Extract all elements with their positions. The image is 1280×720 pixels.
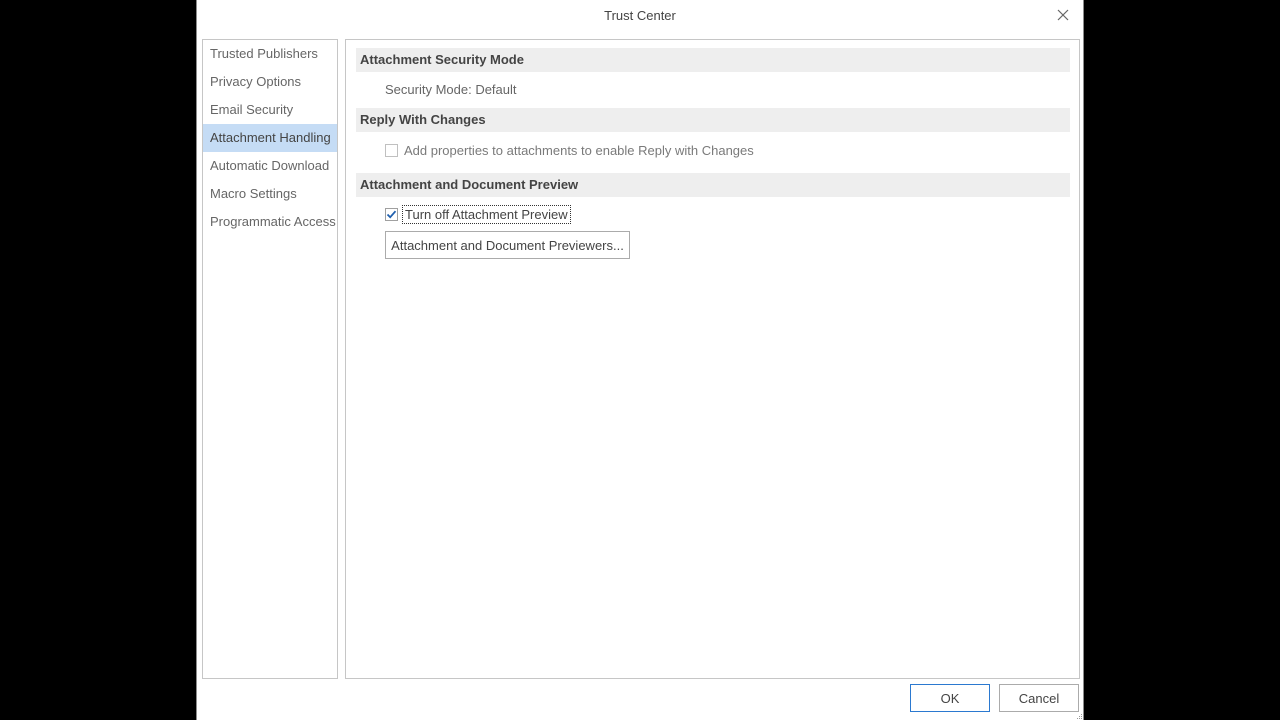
nav-item-email-security[interactable]: Email Security bbox=[203, 96, 337, 124]
trust-center-dialog: Trust Center Trusted Publishers Privacy … bbox=[196, 0, 1084, 720]
settings-panel: Attachment Security Mode Security Mode: … bbox=[345, 39, 1080, 679]
resize-grip-icon[interactable] bbox=[1075, 712, 1083, 720]
cancel-button[interactable]: Cancel bbox=[999, 684, 1079, 712]
screen: Trust Center Trusted Publishers Privacy … bbox=[0, 0, 1280, 720]
category-nav: Trusted Publishers Privacy Options Email… bbox=[202, 39, 338, 679]
turn-off-preview-checkbox[interactable] bbox=[385, 208, 398, 221]
close-button[interactable] bbox=[1051, 4, 1075, 26]
ok-button[interactable]: OK bbox=[910, 684, 990, 712]
reply-changes-option[interactable]: Add properties to attachments to enable … bbox=[385, 143, 754, 158]
turn-off-preview-label: Turn off Attachment Preview bbox=[402, 205, 571, 224]
nav-item-trusted-publishers[interactable]: Trusted Publishers bbox=[203, 40, 337, 68]
nav-item-programmatic-access[interactable]: Programmatic Access bbox=[203, 208, 337, 236]
reply-changes-checkbox[interactable] bbox=[385, 144, 398, 157]
close-icon bbox=[1057, 9, 1069, 21]
security-mode-text: Security Mode: Default bbox=[385, 82, 517, 97]
section-header-preview: Attachment and Document Preview bbox=[356, 173, 1070, 197]
previewers-button[interactable]: Attachment and Document Previewers... bbox=[385, 231, 630, 259]
reply-changes-label: Add properties to attachments to enable … bbox=[404, 143, 754, 158]
window-title: Trust Center bbox=[604, 8, 676, 23]
checkmark-icon bbox=[386, 210, 397, 219]
nav-item-attachment-handling[interactable]: Attachment Handling bbox=[203, 124, 337, 152]
title-bar: Trust Center bbox=[197, 0, 1083, 32]
section-header-reply-changes: Reply With Changes bbox=[356, 108, 1070, 132]
nav-item-privacy-options[interactable]: Privacy Options bbox=[203, 68, 337, 96]
nav-item-automatic-download[interactable]: Automatic Download bbox=[203, 152, 337, 180]
turn-off-preview-option[interactable]: Turn off Attachment Preview bbox=[385, 205, 571, 224]
nav-item-macro-settings[interactable]: Macro Settings bbox=[203, 180, 337, 208]
section-header-security-mode: Attachment Security Mode bbox=[356, 48, 1070, 72]
